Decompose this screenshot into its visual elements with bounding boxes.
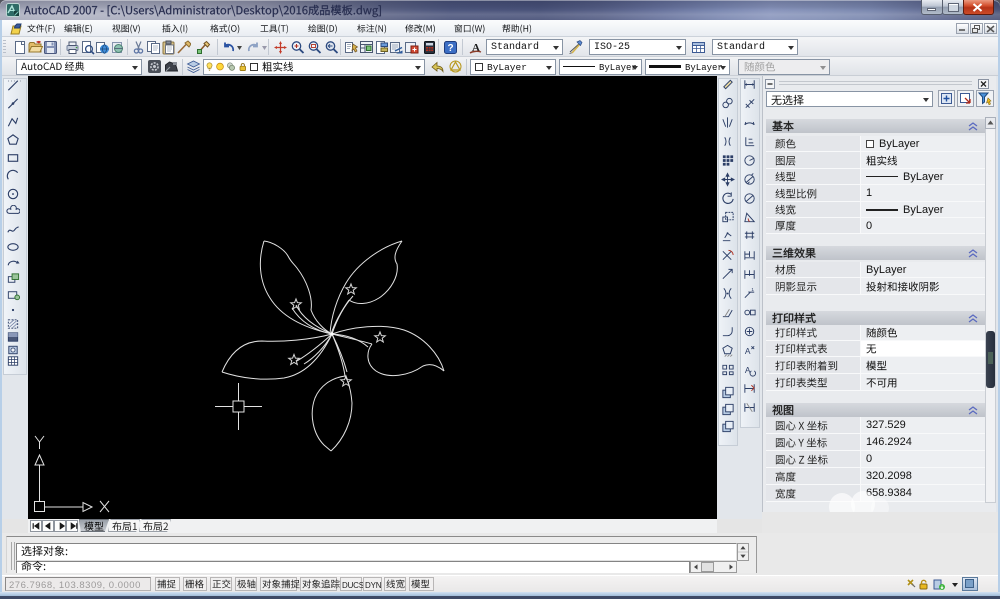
svg-text:?: ?: [447, 43, 453, 54]
svg-text:1: 1: [751, 287, 754, 292]
svg-text:A: A: [745, 346, 751, 356]
